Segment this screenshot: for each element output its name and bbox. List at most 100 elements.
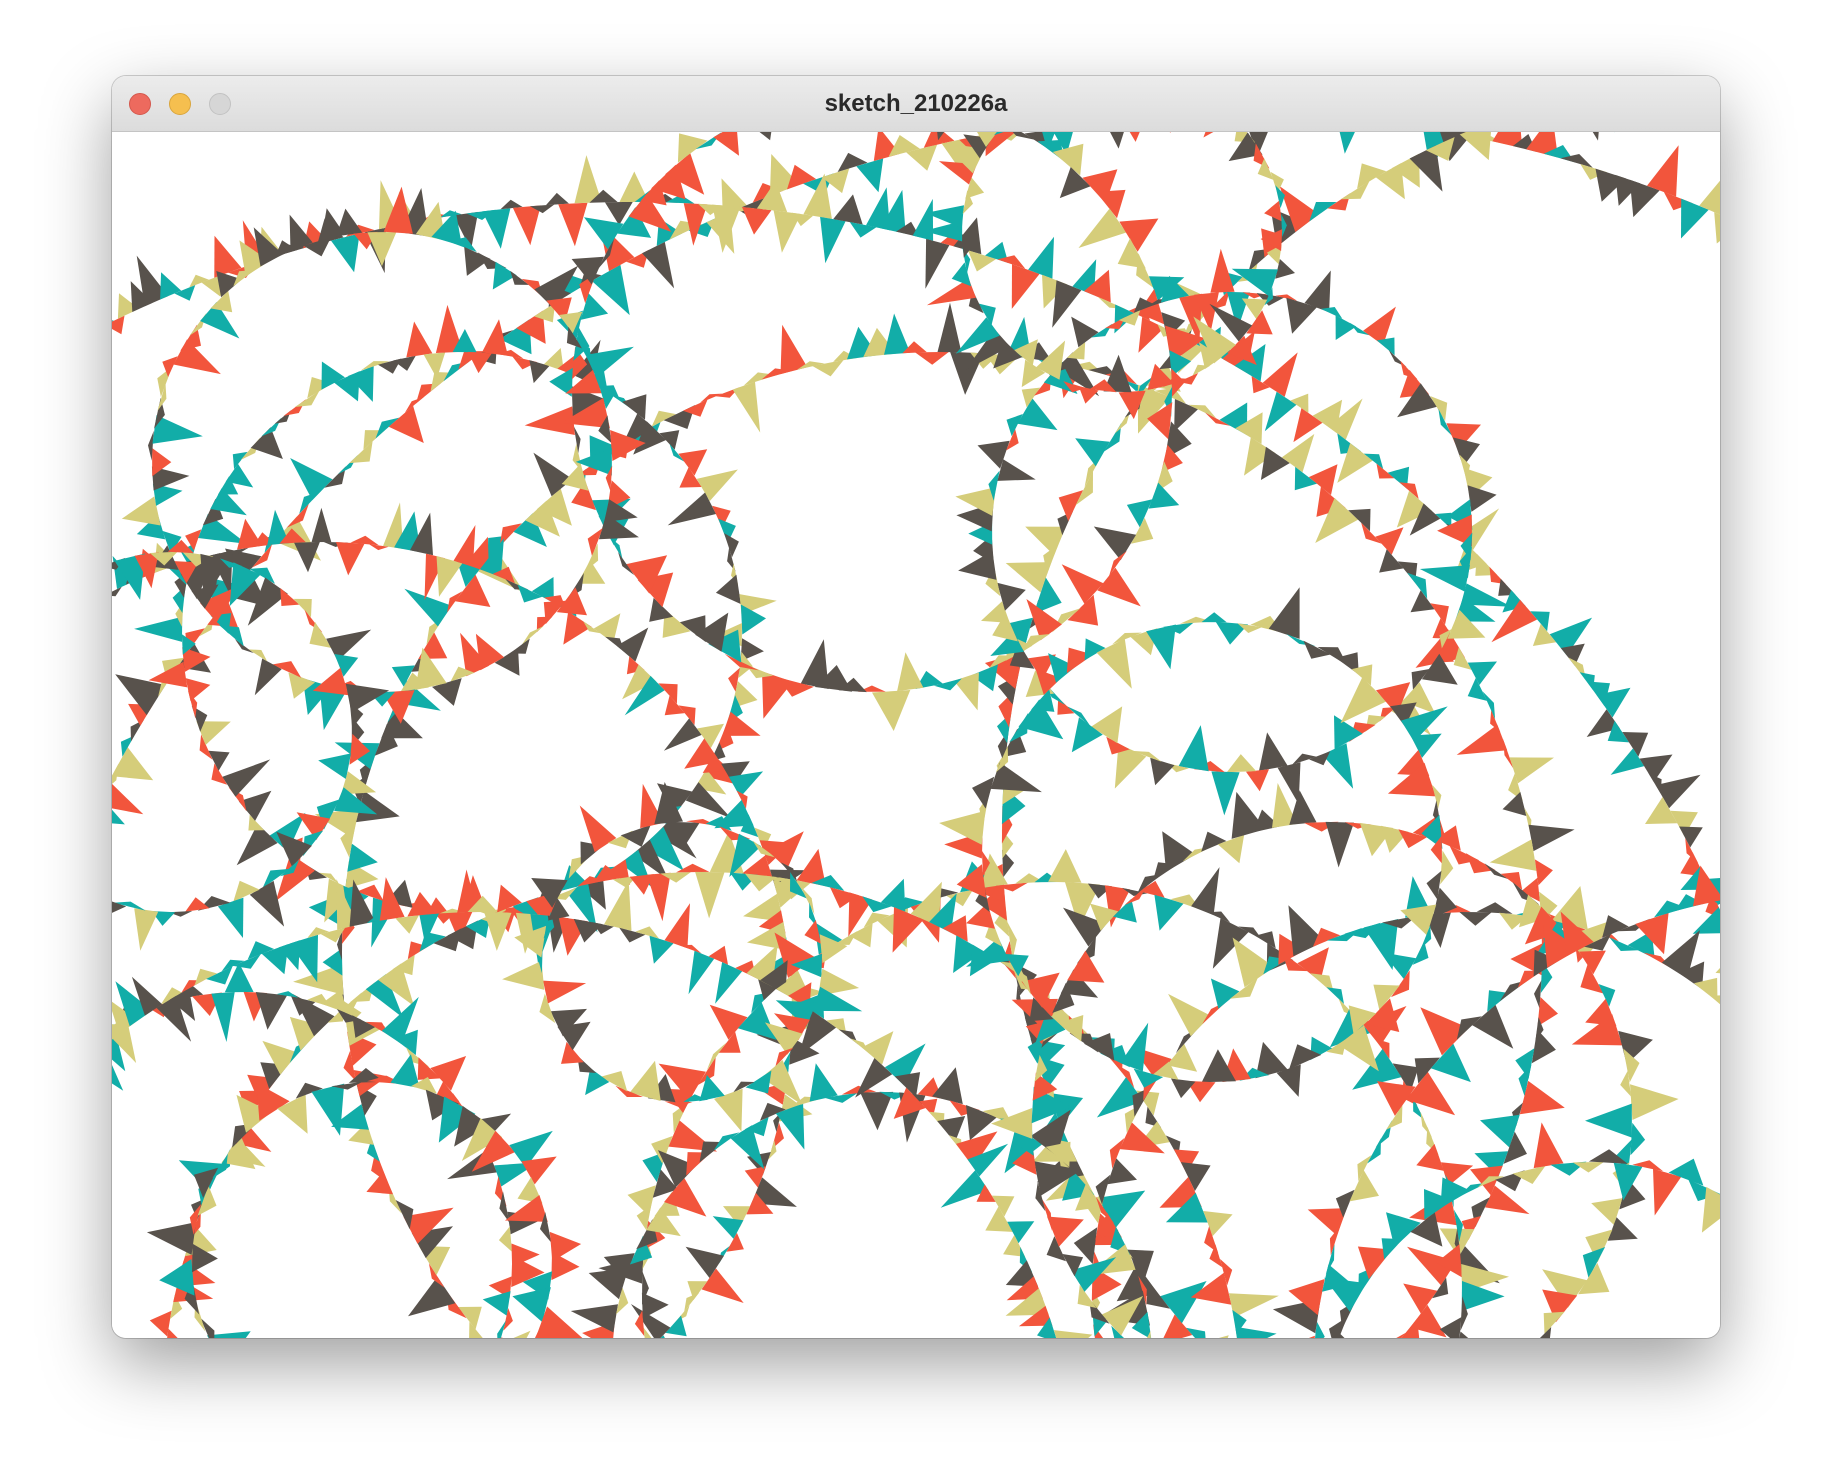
- bunting-triangle: [482, 208, 511, 249]
- bunting-triangle: [1178, 725, 1209, 772]
- bunting-triangle: [1059, 167, 1091, 199]
- bunting-triangle: [604, 880, 632, 931]
- bunting-triangle: [502, 960, 545, 990]
- bunting-triangle: [1281, 434, 1315, 473]
- bunting-triangle: [1126, 499, 1153, 528]
- bunting-triangle: [208, 750, 230, 771]
- bunting-triangle: [326, 629, 372, 661]
- bunting-triangle: [1419, 565, 1470, 592]
- title-bar[interactable]: sketch_210226a: [112, 76, 1720, 132]
- bunting-triangle: [664, 903, 690, 949]
- bunting-triangle: [1382, 952, 1417, 980]
- bunting-triangle: [546, 192, 569, 206]
- bunting-triangle: [1007, 1221, 1035, 1244]
- bunting-triangle: [1489, 839, 1537, 871]
- bunting-triangle: [688, 950, 715, 995]
- bunting-triangle: [1375, 527, 1404, 555]
- bunting-triangle: [1289, 790, 1317, 825]
- bunting-triangle: [675, 1304, 690, 1322]
- bunting-triangle: [1210, 248, 1235, 293]
- bunting-triangle: [335, 542, 365, 576]
- bunting-triangle: [1467, 485, 1497, 512]
- bunting-triangle: [1349, 1170, 1379, 1202]
- app-window: sketch_210226a: [112, 76, 1720, 1338]
- bunting-triangle: [311, 1083, 345, 1136]
- bunting-triangle: [1307, 1208, 1347, 1236]
- bunting-triangle: [570, 1304, 618, 1333]
- bunting-triangle: [293, 598, 312, 618]
- bunting-triangle: [367, 232, 397, 267]
- bunting-triangle: [985, 1206, 1013, 1232]
- bunting-triangle: [558, 202, 588, 247]
- bunting-triangle: [1476, 902, 1513, 914]
- bunting-triangle: [1602, 915, 1629, 938]
- bunting-triangle: [1467, 661, 1497, 685]
- bunting-triangle: [1169, 132, 1171, 133]
- bunting-triangle: [112, 783, 144, 815]
- bunting-triangle: [395, 915, 419, 934]
- bunting-triangle: [1334, 715, 1363, 750]
- bunting-triangle: [1235, 1326, 1277, 1338]
- bunting-triangle: [641, 1292, 669, 1319]
- bunting-triangle: [1528, 824, 1575, 852]
- bunting-triangle: [820, 216, 846, 264]
- bunting-triangle: [1502, 791, 1527, 816]
- bunting-triangle: [1191, 867, 1220, 916]
- bunting-triangle: [742, 207, 772, 235]
- bunting-triangle: [1288, 905, 1325, 957]
- bunting-triangle: [1160, 1281, 1207, 1324]
- bunting-triangle: [1467, 677, 1487, 701]
- bunting-triangle: [146, 1222, 196, 1255]
- bunting-triangle: [715, 574, 741, 605]
- bunting-triangle: [1308, 1335, 1315, 1338]
- bunting-triangle: [1630, 1122, 1646, 1156]
- bunting-triangle: [1246, 769, 1269, 792]
- bunting-triangle: [940, 1170, 989, 1208]
- bunting-triangle: [713, 132, 739, 156]
- bunting-triangle: [658, 683, 678, 704]
- bunting-triangle: [679, 467, 702, 488]
- bunting-triangle: [1097, 296, 1126, 309]
- sketch-canvas[interactable]: [112, 132, 1720, 1338]
- bunting-triangle: [121, 496, 161, 526]
- bunting-triangle: [112, 747, 154, 781]
- bunting-triangle: [160, 272, 182, 300]
- bunting-triangle: [185, 678, 211, 702]
- bunting-triangle: [1322, 743, 1354, 789]
- bunting-triangle: [972, 776, 995, 809]
- bunting-triangle: [1078, 208, 1127, 248]
- bunting-triangle: [1679, 826, 1703, 848]
- bunting-triangle: [404, 396, 425, 413]
- bunting-triangle: [1259, 732, 1288, 771]
- bunting-triangle: [1053, 1330, 1093, 1338]
- bunting-triangle: [665, 1315, 687, 1337]
- bunting-triangle: [1203, 132, 1214, 138]
- bunting-triangle: [1025, 526, 1066, 556]
- bunting-triangle: [767, 831, 804, 869]
- bunting-triangle: [1260, 446, 1290, 480]
- bunting-triangle: [404, 588, 452, 627]
- bunting-triangle: [800, 885, 815, 915]
- bunting-triangle: [1097, 567, 1141, 607]
- bunting-triangle: [1412, 941, 1429, 965]
- bunting-triangle: [1150, 757, 1175, 786]
- bunting-triangle: [1061, 564, 1104, 604]
- bunting-triangle: [1210, 978, 1240, 1009]
- bunting-triangle: [1268, 587, 1300, 639]
- generative-bunting-art: [112, 132, 1720, 1338]
- bunting-triangle: [1339, 132, 1355, 154]
- bunting-triangle: [283, 399, 306, 416]
- bunting-triangle: [678, 944, 702, 954]
- bunting-triangle: [256, 1082, 290, 1121]
- bunting-triangle: [533, 452, 573, 497]
- bunting-triangle: [678, 449, 708, 476]
- bunting-triangle: [677, 133, 708, 163]
- bunting-triangle: [663, 718, 702, 751]
- bunting-triangle: [1201, 612, 1227, 623]
- bunting-triangle: [290, 458, 333, 501]
- bunting-triangle: [255, 992, 288, 1030]
- bunting-triangle: [1430, 1043, 1471, 1083]
- bunting-triangle: [1017, 398, 1058, 431]
- bunting-triangle: [1482, 691, 1496, 720]
- bunting-triangle: [695, 871, 725, 919]
